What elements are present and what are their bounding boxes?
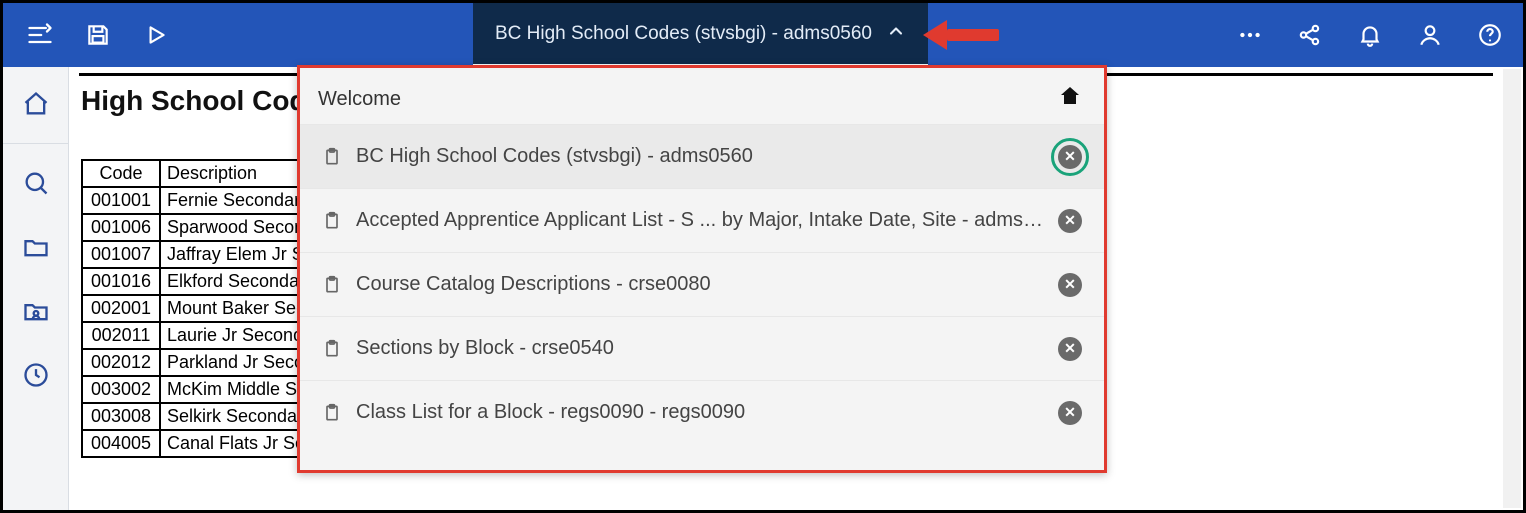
clipboard-icon [322, 275, 342, 295]
cell-code: 002001 [82, 295, 160, 322]
close-page-button[interactable]: ✕ [1058, 145, 1082, 169]
cell-code: 001007 [82, 241, 160, 268]
cell-code: 002012 [82, 349, 160, 376]
open-page-item[interactable]: Class List for a Block - regs0090 - regs… [300, 380, 1104, 444]
more-icon[interactable] [1235, 20, 1265, 50]
top-header: BC High School Codes (stvsbgi) - adms056… [3, 3, 1523, 67]
user-folder-icon[interactable] [21, 296, 51, 326]
vertical-scrollbar[interactable] [1503, 69, 1521, 508]
menu-toggle-icon[interactable] [25, 20, 55, 50]
open-page-item[interactable]: BC High School Codes (stvsbgi) - adms056… [300, 124, 1104, 188]
open-page-item-label: BC High School Codes (stvsbgi) - adms056… [356, 145, 1044, 168]
user-icon[interactable] [1415, 20, 1445, 50]
clipboard-icon [322, 339, 342, 359]
open-page-item-label: Class List for a Block - regs0090 - regs… [356, 401, 1044, 424]
save-icon[interactable] [83, 20, 113, 50]
folder-icon[interactable] [21, 232, 51, 262]
clipboard-icon [322, 147, 342, 167]
open-page-tab-label: BC High School Codes (stvsbgi) - adms056… [495, 23, 872, 45]
col-code: Code [82, 160, 160, 187]
close-page-button[interactable]: ✕ [1058, 209, 1082, 233]
header-right-tools [1235, 3, 1505, 67]
cell-code: 004005 [82, 430, 160, 457]
search-icon[interactable] [21, 168, 51, 198]
cell-code: 002011 [82, 322, 160, 349]
cell-code: 001006 [82, 214, 160, 241]
open-page-item[interactable]: Course Catalog Descriptions - crse0080 ✕ [300, 252, 1104, 316]
cell-code: 003002 [82, 376, 160, 403]
cell-code: 003008 [82, 403, 160, 430]
clipboard-icon [322, 403, 342, 423]
left-rail [3, 67, 69, 510]
bell-icon[interactable] [1355, 20, 1385, 50]
panel-home-icon[interactable] [1058, 84, 1082, 114]
annotation-arrow [923, 21, 999, 49]
home-icon[interactable] [21, 89, 51, 119]
clipboard-icon [322, 211, 342, 231]
open-page-item[interactable]: Accepted Apprentice Applicant List - S .… [300, 188, 1104, 252]
open-page-item-label: Sections by Block - crse0540 [356, 337, 1044, 360]
open-pages-list: BC High School Codes (stvsbgi) - adms056… [300, 124, 1104, 444]
chevron-up-icon [886, 21, 906, 47]
close-page-button[interactable]: ✕ [1058, 337, 1082, 361]
open-page-item-label: Accepted Apprentice Applicant List - S .… [356, 209, 1044, 232]
open-pages-panel: Welcome BC High School Codes (stvsbgi) -… [297, 65, 1107, 473]
help-icon[interactable] [1475, 20, 1505, 50]
close-page-button[interactable]: ✕ [1058, 401, 1082, 425]
open-page-item[interactable]: Sections by Block - crse0540 ✕ [300, 316, 1104, 380]
play-icon[interactable] [141, 20, 171, 50]
panel-welcome-label: Welcome [318, 88, 401, 111]
cell-code: 001001 [82, 187, 160, 214]
open-page-item-label: Course Catalog Descriptions - crse0080 [356, 273, 1044, 296]
panel-header: Welcome [300, 68, 1104, 124]
clock-icon[interactable] [21, 360, 51, 390]
header-left-tools [3, 20, 171, 50]
share-icon[interactable] [1295, 20, 1325, 50]
close-page-button[interactable]: ✕ [1058, 273, 1082, 297]
rail-divider [3, 143, 69, 144]
cell-code: 001016 [82, 268, 160, 295]
open-page-tab[interactable]: BC High School Codes (stvsbgi) - adms056… [473, 3, 928, 67]
